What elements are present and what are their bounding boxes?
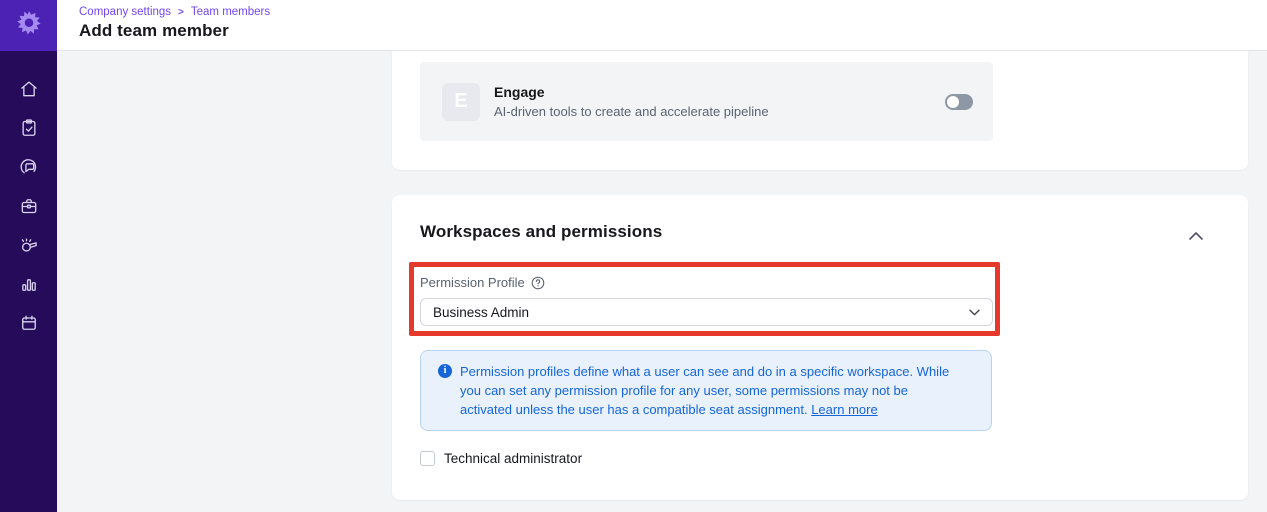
page-header: Company settings > Team members Add team… bbox=[57, 0, 1267, 51]
sidebar-item-jobs[interactable] bbox=[0, 186, 57, 225]
engage-texts: Engage AI-driven tools to create and acc… bbox=[494, 84, 945, 119]
clipboard-check-icon bbox=[19, 118, 39, 138]
engage-avatar: E bbox=[442, 83, 480, 121]
calendar-icon bbox=[19, 313, 39, 333]
help-question-icon[interactable] bbox=[531, 276, 545, 290]
page-title: Add team member bbox=[79, 21, 1267, 41]
permission-profile-value: Business Admin bbox=[433, 305, 529, 320]
sidebar-item-conversations[interactable] bbox=[0, 147, 57, 186]
starburst-logo-icon bbox=[14, 8, 44, 43]
info-icon: i bbox=[438, 364, 452, 378]
sidebar-item-home[interactable] bbox=[0, 69, 57, 108]
technical-admin-checkbox[interactable] bbox=[420, 451, 435, 466]
permission-profile-select[interactable]: Business Admin bbox=[420, 298, 993, 326]
briefcase-icon bbox=[19, 196, 39, 216]
permission-profile-label: Permission Profile bbox=[420, 275, 525, 290]
breadcrumb: Company settings > Team members bbox=[79, 6, 1267, 18]
sidebar-item-coach[interactable] bbox=[0, 225, 57, 264]
sidebar-nav bbox=[0, 69, 57, 342]
chevron-up-icon bbox=[1188, 228, 1204, 245]
engage-toggle[interactable] bbox=[945, 94, 973, 110]
main-content: E Engage AI-driven tools to create and a… bbox=[57, 51, 1267, 512]
sidebar-item-tasks[interactable] bbox=[0, 108, 57, 147]
toggle-knob bbox=[947, 96, 959, 108]
engage-row: E Engage AI-driven tools to create and a… bbox=[420, 62, 993, 141]
collapse-section-button[interactable] bbox=[1188, 228, 1204, 246]
whistle-icon bbox=[19, 235, 39, 255]
technical-admin-row: Technical administrator bbox=[420, 451, 582, 466]
bar-chart-icon bbox=[19, 274, 39, 294]
app-window: Company settings > Team members Add team… bbox=[0, 0, 1267, 512]
sidebar-item-calendar[interactable] bbox=[0, 303, 57, 342]
breadcrumb-team-members[interactable]: Team members bbox=[191, 6, 270, 18]
engage-description: AI-driven tools to create and accelerate… bbox=[494, 104, 945, 119]
chevron-down-icon bbox=[969, 309, 980, 316]
section-heading: Workspaces and permissions bbox=[420, 222, 662, 242]
breadcrumb-company-settings[interactable]: Company settings bbox=[79, 6, 171, 18]
sidebar bbox=[0, 0, 57, 512]
learn-more-link[interactable]: Learn more bbox=[811, 402, 877, 417]
permission-profile-label-row: Permission Profile bbox=[420, 275, 545, 290]
workspaces-permissions-card: Workspaces and permissions Permission Pr… bbox=[392, 195, 1248, 500]
info-banner: i Permission profiles define what a user… bbox=[420, 350, 992, 431]
engage-card: E Engage AI-driven tools to create and a… bbox=[392, 51, 1248, 170]
chat-bubble-icon bbox=[19, 157, 39, 177]
app-logo[interactable] bbox=[0, 0, 57, 51]
technical-admin-label: Technical administrator bbox=[444, 451, 582, 466]
breadcrumb-separator-icon: > bbox=[178, 7, 184, 18]
sidebar-item-analytics[interactable] bbox=[0, 264, 57, 303]
info-text: Permission profiles define what a user c… bbox=[460, 362, 953, 419]
engage-title: Engage bbox=[494, 84, 945, 100]
home-icon bbox=[19, 79, 39, 99]
